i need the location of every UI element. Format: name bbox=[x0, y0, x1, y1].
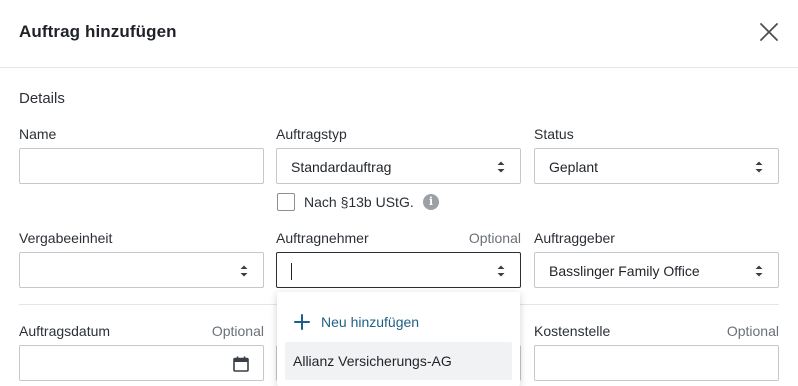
add-new-label: Neu hinzufügen bbox=[321, 314, 420, 330]
auftragnehmer-dropdown: Neu hinzufügen Allianz Versicherungs-AG bbox=[277, 292, 520, 386]
section-title: Details bbox=[19, 90, 65, 107]
dropdown-option[interactable]: Allianz Versicherungs-AG bbox=[285, 342, 512, 380]
auftraggeber-select[interactable]: Basslinger Family Office bbox=[534, 252, 779, 288]
status-value: Geplant bbox=[549, 159, 599, 175]
updown-chevron-icon bbox=[755, 265, 763, 277]
plus-icon bbox=[294, 314, 310, 330]
vergabeeinheit-label: Vergabeeinheit bbox=[19, 230, 113, 246]
auftragstyp-select[interactable]: Standardauftrag bbox=[276, 148, 521, 184]
auftraggeber-value: Basslinger Family Office bbox=[549, 263, 700, 279]
updown-chevron-icon bbox=[497, 161, 505, 173]
updown-chevron-icon bbox=[497, 265, 505, 277]
text-caret bbox=[291, 263, 292, 280]
status-label: Status bbox=[534, 126, 574, 142]
info-icon[interactable]: i bbox=[423, 194, 439, 210]
vergabeeinheit-select[interactable] bbox=[19, 252, 264, 288]
auftragstyp-label: Auftragstyp bbox=[276, 126, 347, 142]
name-label: Name bbox=[19, 126, 57, 142]
option-label: Allianz Versicherungs-AG bbox=[293, 353, 452, 369]
auftragstyp-value: Standardauftrag bbox=[291, 159, 392, 175]
nach13b-checkbox[interactable] bbox=[277, 193, 295, 211]
updown-chevron-icon bbox=[240, 265, 248, 277]
auftragsdatum-label: Auftragsdatum bbox=[19, 323, 111, 339]
dialog-header: Auftrag hinzufügen bbox=[0, 0, 798, 68]
kostenstelle-input[interactable] bbox=[534, 345, 779, 381]
nach13b-label[interactable]: Nach §13b UStG. bbox=[304, 194, 414, 210]
auftragnehmer-optional: Optional bbox=[468, 230, 521, 246]
dialog-title: Auftrag hinzufügen bbox=[19, 22, 177, 41]
auftragsdatum-input[interactable] bbox=[19, 345, 264, 381]
name-input[interactable] bbox=[19, 148, 264, 184]
close-button[interactable] bbox=[757, 20, 781, 44]
auftragsdatum-optional: Optional bbox=[211, 323, 264, 339]
close-icon[interactable] bbox=[757, 20, 781, 44]
calendar-icon[interactable] bbox=[232, 355, 250, 373]
status-select[interactable]: Geplant bbox=[534, 148, 779, 184]
add-new-option[interactable]: Neu hinzufügen bbox=[293, 310, 419, 334]
auftraggeber-label: Auftraggeber bbox=[534, 230, 615, 246]
auftragnehmer-combobox[interactable] bbox=[276, 252, 521, 288]
kostenstelle-optional: Optional bbox=[726, 323, 779, 339]
auftragnehmer-label: Auftragnehmer bbox=[276, 230, 369, 246]
kostenstelle-label: Kostenstelle bbox=[534, 323, 611, 339]
updown-chevron-icon bbox=[755, 161, 763, 173]
